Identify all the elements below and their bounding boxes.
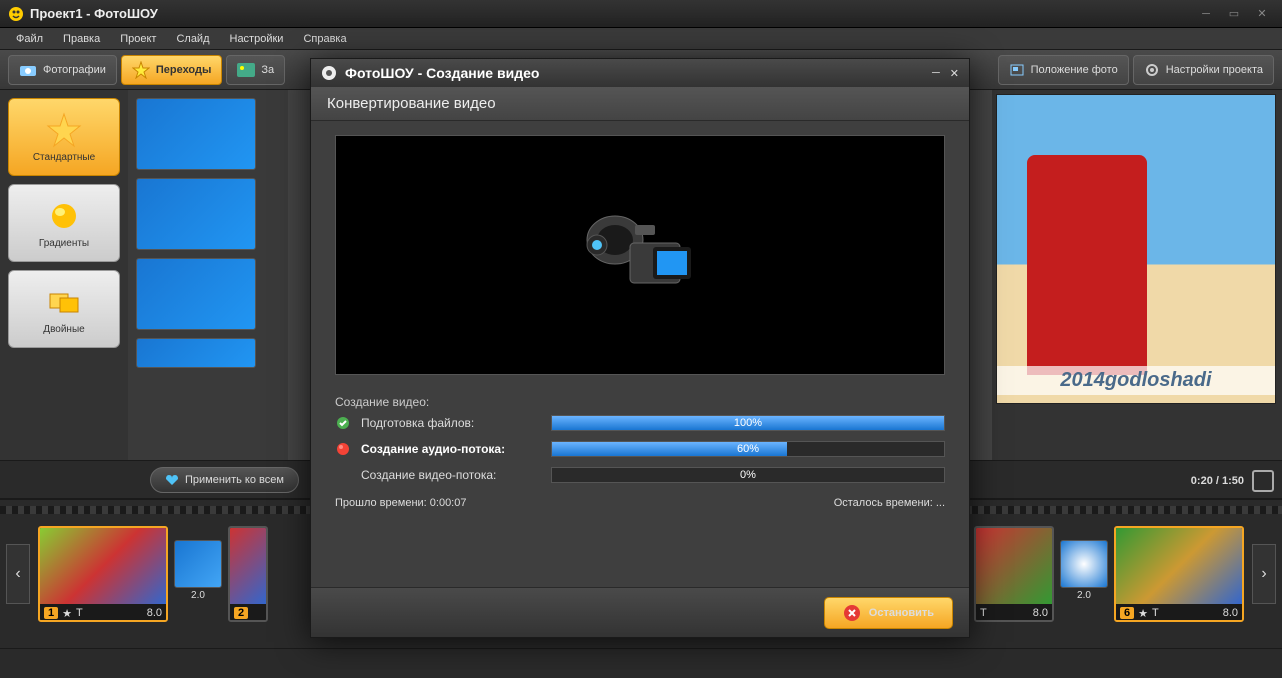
maximize-button[interactable]: ▭	[1222, 5, 1246, 23]
heart-icon	[165, 474, 179, 486]
camera-icon	[19, 63, 37, 77]
transition-item[interactable]	[136, 338, 256, 368]
app-icon	[321, 65, 337, 81]
slide-preview: 2014godloshadi	[996, 94, 1276, 404]
category-double[interactable]: Двойные	[8, 270, 120, 348]
slide-2[interactable]: 2	[228, 526, 268, 622]
slide-5[interactable]: T 8.0	[974, 526, 1054, 622]
dialog-titlebar: ФотоШОУ - Создание видео ─ ✕	[311, 59, 969, 87]
progress-bar-video: 0%	[551, 467, 945, 483]
transition-item[interactable]	[136, 98, 256, 170]
text-icon: T	[76, 607, 83, 619]
text-icon: T	[1152, 607, 1159, 619]
record-icon	[336, 442, 350, 456]
position-button[interactable]: Положение фото	[998, 55, 1129, 85]
star-icon: ★	[1138, 607, 1148, 620]
text-icon: T	[980, 607, 987, 619]
slide-thumb	[40, 528, 166, 604]
menu-edit[interactable]: Правка	[53, 30, 110, 48]
star-icon	[132, 61, 150, 79]
picture-icon	[237, 63, 255, 77]
stop-button[interactable]: Остановить	[824, 597, 953, 629]
export-dialog: ФотоШОУ - Создание видео ─ ✕ Конвертиров…	[310, 58, 970, 638]
position-icon	[1009, 63, 1025, 77]
tab-backgrounds[interactable]: За	[226, 55, 285, 85]
slide-thumb	[230, 528, 266, 604]
gear-icon	[1144, 62, 1160, 78]
sphere-icon	[46, 198, 82, 234]
tab-transitions[interactable]: Переходы	[121, 55, 223, 85]
star-icon	[46, 112, 82, 148]
dialog-close[interactable]: ✕	[950, 67, 959, 80]
apply-all-button[interactable]: Применить ко всем	[150, 467, 299, 493]
right-panel: 2014godloshadi	[992, 90, 1282, 460]
zoom-bar	[0, 648, 1282, 678]
slide-thumb	[1116, 528, 1242, 604]
transition-thumb	[174, 540, 222, 588]
elapsed-time: Прошло времени: 0:00:07	[335, 497, 466, 509]
menu-help[interactable]: Справка	[293, 30, 356, 48]
menu-settings[interactable]: Настройки	[220, 30, 294, 48]
slide-6[interactable]: 6 ★ T 8.0	[1114, 526, 1244, 622]
progress-bar-files: 100%	[551, 415, 945, 431]
double-icon	[46, 284, 82, 320]
fullscreen-button[interactable]	[1252, 470, 1274, 492]
close-button[interactable]: ✕	[1250, 5, 1274, 23]
slide-1[interactable]: 1 ★ T 8.0	[38, 526, 168, 622]
dialog-minimize[interactable]: ─	[932, 67, 940, 80]
star-icon: ★	[62, 607, 72, 620]
video-preview	[335, 135, 945, 375]
category-gradients[interactable]: Градиенты	[8, 184, 120, 262]
dialog-title: ФотоШОУ - Создание видео	[345, 65, 539, 81]
slide-thumb	[976, 528, 1052, 604]
transitions-list[interactable]	[128, 90, 288, 460]
menu-project[interactable]: Проект	[110, 30, 166, 48]
timeline-prev[interactable]: ‹	[6, 544, 30, 604]
transition-5-6[interactable]: 2.0	[1060, 540, 1108, 608]
titlebar: Проект1 - ФотоШОУ ─ ▭ ✕	[0, 0, 1282, 28]
progress-bar-audio: 60%	[551, 441, 945, 457]
check-icon	[336, 416, 350, 430]
tab-photos[interactable]: Фотографии	[8, 55, 117, 85]
transition-item[interactable]	[136, 178, 256, 250]
menu-slide[interactable]: Слайд	[166, 30, 219, 48]
playback-time: 0:20 / 1:50	[1191, 475, 1244, 487]
remaining-time: Осталось времени: ...	[834, 497, 945, 509]
category-sidebar: Стандартные Градиенты Двойные	[0, 90, 128, 460]
dialog-subtitle: Конвертирование видео	[311, 87, 969, 121]
menubar: Файл Правка Проект Слайд Настройки Справ…	[0, 28, 1282, 50]
minimize-button[interactable]: ─	[1194, 5, 1218, 23]
window-title: Проект1 - ФотоШОУ	[30, 6, 158, 21]
progress-row-files: Подготовка файлов: 100%	[335, 415, 945, 431]
camcorder-icon	[575, 205, 705, 305]
progress-row-video: Создание видео-потока: 0%	[335, 467, 945, 483]
project-settings-button[interactable]: Настройки проекта	[1133, 55, 1274, 85]
preview-image	[1027, 155, 1147, 375]
progress-section-label: Создание видео:	[335, 395, 945, 409]
transition-thumb	[1060, 540, 1108, 588]
progress-row-audio: Создание аудио-потока: 60%	[335, 441, 945, 457]
app-icon	[8, 6, 24, 22]
category-standard[interactable]: Стандартные	[8, 98, 120, 176]
timeline-next[interactable]: ›	[1252, 544, 1276, 604]
transition-item[interactable]	[136, 258, 256, 330]
stop-icon	[843, 604, 861, 622]
menu-file[interactable]: Файл	[6, 30, 53, 48]
watermark-text: 2014godloshadi	[997, 366, 1275, 395]
transition-1-2[interactable]: 2.0	[174, 540, 222, 608]
